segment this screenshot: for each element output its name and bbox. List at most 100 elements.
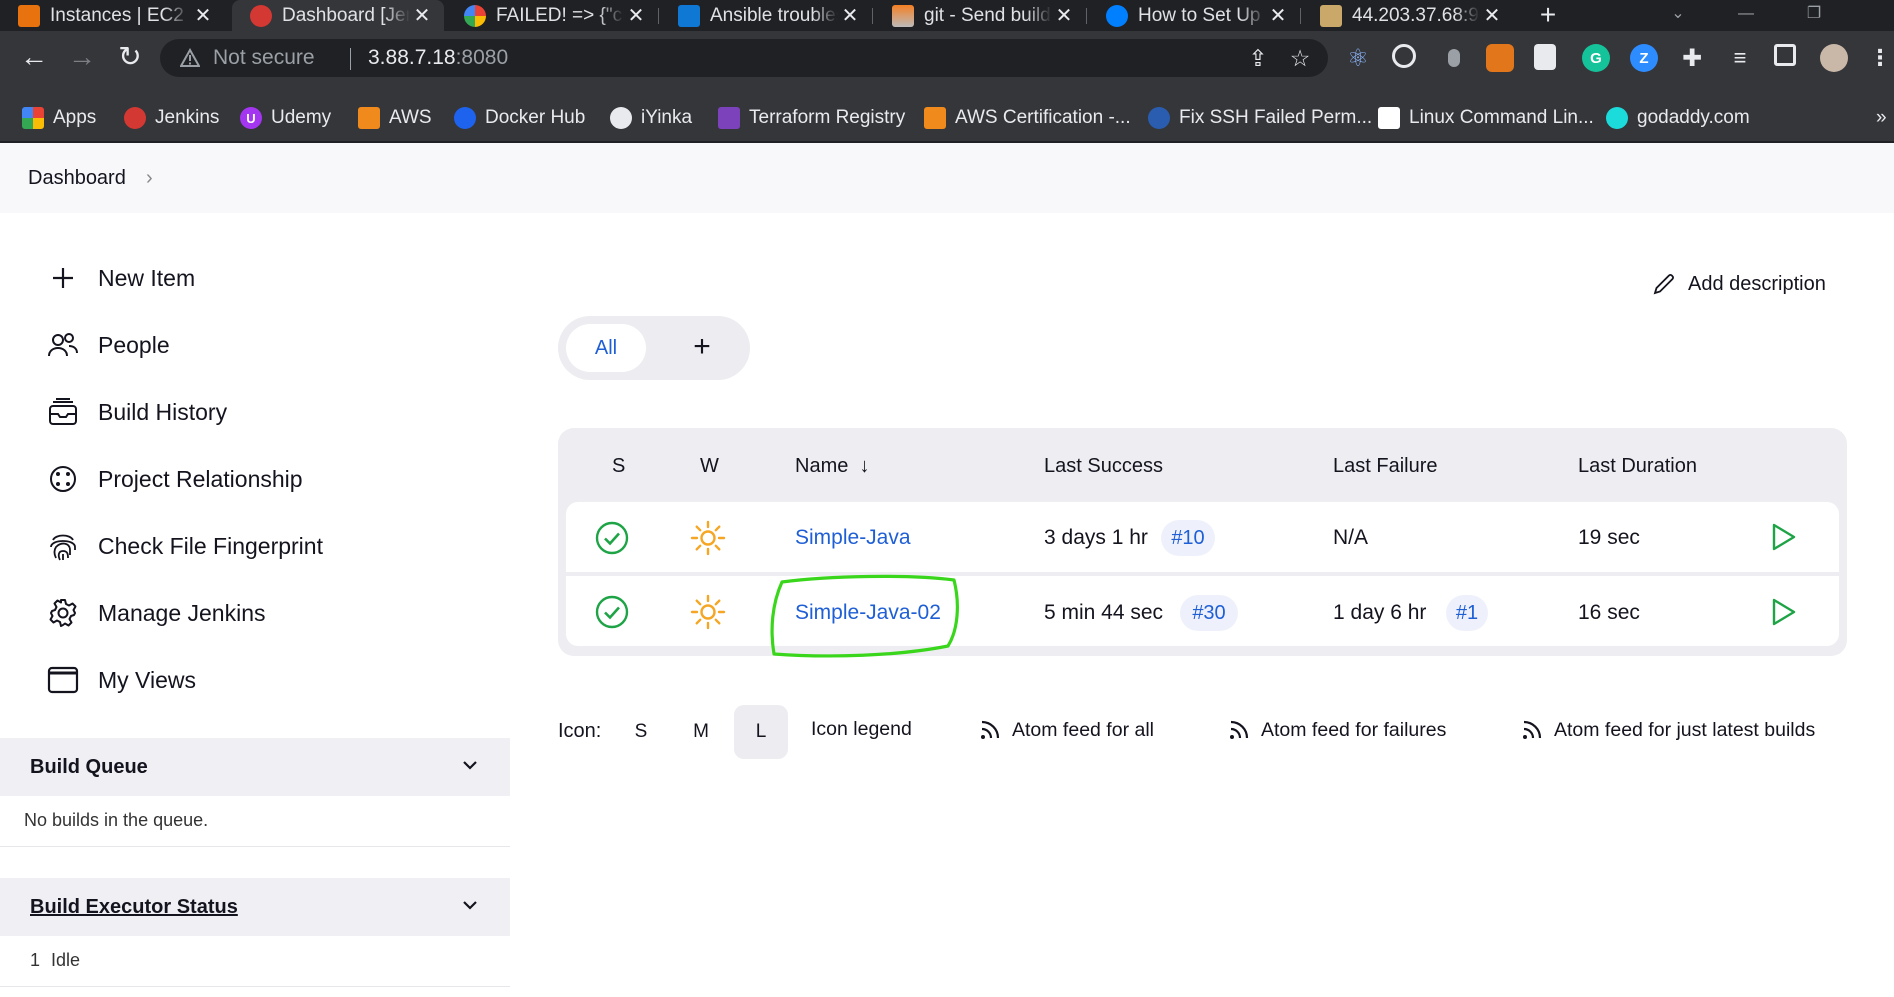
browser-tab-active[interactable]: Dashboard [Jenkins] ✕ — [232, 0, 444, 31]
bookmark-terraform[interactable]: Terraform Registry — [718, 105, 905, 131]
column-header-name[interactable]: Name ↓ — [795, 455, 869, 478]
build-executor-title[interactable]: Build Executor Status — [30, 896, 238, 919]
chevron-down-icon[interactable] — [460, 895, 480, 915]
bookmark-apps[interactable]: Apps — [22, 105, 96, 131]
bookmark-godaddy[interactable]: godaddy.com — [1606, 105, 1750, 131]
sidebar-item-people[interactable]: People — [46, 325, 170, 365]
job-link-simple-java[interactable]: Simple-Java — [795, 526, 911, 550]
bookmark-linux-command[interactable]: Linux Command Lin... — [1378, 105, 1594, 131]
close-icon[interactable]: ✕ — [624, 3, 648, 28]
puzzle-extensions-icon[interactable]: ✚ — [1678, 44, 1706, 72]
clipboard-extension-icon[interactable] — [1534, 44, 1556, 70]
chevron-right-icon[interactable]: › — [146, 167, 153, 190]
play-build-icon[interactable] — [1770, 597, 1798, 627]
browser-tab[interactable]: Instances | EC2 ✕ — [0, 0, 225, 31]
browser-tab[interactable]: Ansible troubleshooting ✕ — [660, 0, 872, 31]
column-header-last-duration[interactable]: Last Duration — [1578, 455, 1697, 478]
success-status-icon[interactable] — [594, 594, 630, 630]
aws-icon — [358, 107, 380, 129]
pencil-icon — [1652, 272, 1676, 296]
reload-icon[interactable]: ↻ — [112, 39, 148, 75]
icon-size-small[interactable]: S — [614, 705, 668, 759]
executor-state: Idle — [51, 950, 81, 970]
sunny-weather-icon[interactable] — [690, 594, 726, 630]
bookmarks-overflow-button[interactable]: » — [1876, 105, 1887, 131]
jenkins-icon — [250, 4, 272, 27]
tab-all[interactable]: All — [566, 324, 646, 372]
atom-feed-latest-link[interactable]: Atom feed for just latest builds — [1520, 718, 1815, 742]
column-header-last-failure[interactable]: Last Failure — [1333, 455, 1438, 478]
atom-feed-failures-link[interactable]: Atom feed for failures — [1227, 718, 1446, 742]
browser-tab[interactable]: git - Send build ✕ — [874, 0, 1086, 31]
metamask-icon[interactable] — [1486, 44, 1514, 72]
bookmark-iyinka[interactable]: iYinka — [610, 105, 692, 131]
bookmark-docker-hub[interactable]: Docker Hub — [454, 105, 585, 131]
add-view-button[interactable]: + — [678, 324, 726, 372]
icon-size-large[interactable]: L — [734, 705, 788, 759]
target-extension-icon[interactable] — [1392, 44, 1416, 68]
minimize-icon[interactable]: — — [1716, 0, 1776, 31]
add-description-link[interactable]: Add description — [1652, 272, 1826, 296]
column-header-weather[interactable]: W — [700, 455, 719, 478]
build-queue-header[interactable]: Build Queue — [0, 738, 510, 796]
browser-tab[interactable]: How to Set Up ✕ — [1088, 0, 1300, 31]
bookmark-jenkins[interactable]: Jenkins — [124, 105, 219, 131]
grammarly-icon[interactable]: G — [1582, 44, 1610, 72]
close-icon[interactable]: ✕ — [191, 3, 215, 28]
close-icon[interactable]: ✕ — [1052, 3, 1076, 28]
url-text[interactable]: 3.88.7.18:8080 — [368, 46, 508, 70]
icon-size-medium[interactable]: M — [674, 705, 728, 759]
zoom-extension-icon[interactable]: Z — [1630, 44, 1658, 72]
warning-icon[interactable] — [180, 48, 200, 68]
icon-legend-link[interactable]: Icon legend — [811, 718, 912, 741]
tab-search-icon[interactable]: ⌄ — [1648, 0, 1708, 31]
plus-icon — [46, 261, 80, 295]
browser-tab[interactable]: 44.203.37.68:9000 ✕ — [1302, 0, 1514, 31]
profile-avatar[interactable] — [1820, 44, 1848, 72]
play-build-icon[interactable] — [1770, 522, 1798, 552]
back-icon[interactable]: ← — [16, 39, 52, 75]
react-devtools-icon[interactable]: ⚛ — [1344, 44, 1372, 72]
sidebar-item-my-views[interactable]: My Views — [46, 660, 196, 700]
build-link[interactable]: #10 — [1161, 520, 1215, 556]
bookmark-aws[interactable]: AWS — [358, 105, 432, 131]
side-panel-icon[interactable] — [1774, 44, 1796, 66]
share-icon[interactable]: ⇪ — [1244, 44, 1272, 72]
sunny-weather-icon[interactable] — [690, 520, 726, 556]
browser-tab[interactable]: FAILED! => {"changed" ✕ — [446, 0, 658, 31]
build-link[interactable]: #1 — [1446, 595, 1488, 631]
sidebar-item-build-history[interactable]: Build History — [46, 392, 227, 432]
restore-icon[interactable]: ❐ — [1784, 0, 1844, 31]
chevron-down-icon[interactable] — [460, 755, 480, 775]
sidebar-item-label: People — [98, 331, 170, 358]
gear-icon — [46, 596, 80, 630]
close-icon[interactable]: ✕ — [410, 3, 434, 28]
build-executor-header[interactable]: Build Executor Status — [0, 878, 510, 936]
reading-list-icon[interactable]: ≡ — [1726, 44, 1754, 72]
sidebar-item-manage-jenkins[interactable]: Manage Jenkins — [46, 593, 266, 633]
atom-feed-all-link[interactable]: Atom feed for all — [978, 718, 1154, 742]
address-bar[interactable]: Not secure 3.88.7.18:8080 ⇪ ☆ — [160, 39, 1328, 77]
extension-icon[interactable] — [1448, 49, 1460, 67]
forward-icon[interactable]: → — [64, 39, 100, 75]
success-status-icon[interactable] — [594, 520, 630, 556]
security-label[interactable]: Not secure — [213, 46, 315, 70]
bookmark-fix-ssh[interactable]: Fix SSH Failed Perm... — [1148, 105, 1372, 131]
bookmark-udemy[interactable]: U Udemy — [240, 105, 331, 131]
star-icon[interactable]: ☆ — [1286, 44, 1314, 72]
new-tab-button[interactable]: + — [1530, 0, 1566, 31]
build-link[interactable]: #30 — [1180, 595, 1238, 631]
column-header-status[interactable]: S — [612, 455, 625, 478]
window-icon — [46, 663, 80, 697]
breadcrumb-dashboard[interactable]: Dashboard — [28, 167, 126, 190]
close-icon[interactable]: ✕ — [1480, 3, 1504, 28]
close-icon[interactable]: ✕ — [838, 3, 862, 28]
sidebar-item-check-file-fingerprint[interactable]: Check File Fingerprint — [46, 526, 323, 566]
build-queue-empty: No builds in the queue. — [24, 810, 209, 830]
bookmark-aws-certification[interactable]: AWS Certification -... — [924, 105, 1131, 131]
close-icon[interactable]: ✕ — [1266, 3, 1290, 28]
menu-icon[interactable]: ⋮ — [1866, 44, 1894, 72]
sidebar-item-project-relationship[interactable]: Project Relationship — [46, 459, 303, 499]
sidebar-item-new-item[interactable]: New Item — [46, 258, 195, 298]
column-header-last-success[interactable]: Last Success — [1044, 455, 1163, 478]
